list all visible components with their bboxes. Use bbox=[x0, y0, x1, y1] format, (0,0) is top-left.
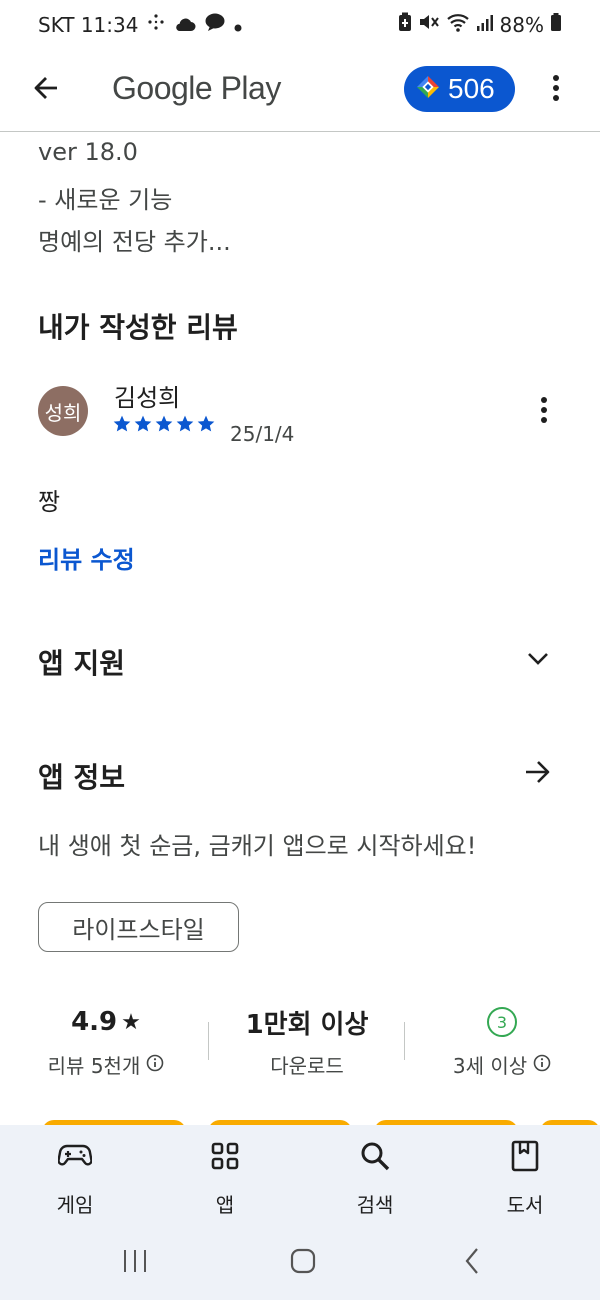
stats-divider bbox=[208, 1022, 209, 1060]
cloud-icon bbox=[174, 13, 196, 37]
chevron-down-icon bbox=[527, 651, 549, 670]
info-icon bbox=[146, 1053, 164, 1077]
home-button[interactable] bbox=[283, 1246, 323, 1280]
nav-label-games: 게임 bbox=[56, 1193, 94, 1217]
system-back-button[interactable] bbox=[452, 1246, 492, 1280]
back-chevron-icon bbox=[464, 1247, 480, 1279]
home-icon bbox=[290, 1248, 316, 1278]
star-icon bbox=[196, 414, 216, 438]
rating-stat[interactable]: 4.9 ★ 리뷰 5천개 bbox=[16, 1004, 196, 1079]
play-points-value: 506 bbox=[448, 73, 495, 104]
app-description: 내 생애 첫 순금, 금캐기 앱으로 시작하세요! bbox=[38, 832, 477, 860]
play-points-button[interactable]: 506 bbox=[404, 66, 515, 112]
battery-icon bbox=[550, 12, 562, 37]
app-info-arrow-button[interactable] bbox=[518, 756, 558, 792]
star-icon bbox=[154, 414, 174, 438]
dot-icon bbox=[234, 13, 242, 37]
carrier-time: SKT 11:34 bbox=[38, 12, 139, 37]
rating-value-row: 4.9 ★ bbox=[16, 1004, 196, 1040]
reviewer-name: 김성희 bbox=[114, 384, 181, 412]
google-play-title: Google Play bbox=[112, 70, 281, 106]
apps-grid-icon bbox=[170, 1137, 280, 1175]
battery-percent: 88% bbox=[499, 12, 544, 37]
rating-value: 4.9 bbox=[71, 1007, 118, 1037]
signal-icon bbox=[476, 13, 494, 37]
app-bar: Google Play 506 bbox=[0, 48, 600, 132]
app-support-expand-button[interactable] bbox=[520, 642, 556, 678]
review-date: 25/1/4 bbox=[230, 422, 295, 446]
mute-icon bbox=[418, 12, 440, 37]
chat-bubble-icon bbox=[204, 12, 226, 37]
recent-apps-icon bbox=[121, 1248, 149, 1278]
whats-new-line-2: - 새로운 기능 bbox=[38, 186, 173, 214]
whats-new-line-3: 명예의 전당 추가... bbox=[38, 228, 231, 256]
gamepad-icon bbox=[20, 1137, 130, 1175]
category-chip[interactable]: 라이프스타일 bbox=[38, 902, 239, 952]
nav-item-apps[interactable]: 앱 bbox=[170, 1137, 280, 1218]
nav-label-search: 검색 bbox=[356, 1193, 394, 1217]
rating-star: ★ bbox=[121, 1009, 141, 1035]
back-button[interactable] bbox=[22, 66, 70, 114]
recent-apps-button[interactable] bbox=[115, 1246, 155, 1280]
info-icon bbox=[533, 1053, 551, 1077]
more-vert-icon bbox=[540, 396, 548, 428]
book-icon bbox=[470, 1137, 580, 1175]
age-rating-label: 3세 이상 bbox=[452, 1054, 528, 1078]
arrow-forward-icon bbox=[524, 759, 552, 789]
search-icon bbox=[320, 1137, 430, 1175]
downloads-value: 1만회 이상 bbox=[245, 1009, 369, 1040]
wifi-icon bbox=[446, 12, 470, 37]
nav-item-books[interactable]: 도서 bbox=[470, 1137, 580, 1218]
nav-label-books: 도서 bbox=[506, 1193, 544, 1217]
app-support-title[interactable]: 앱 지원 bbox=[38, 642, 125, 682]
age-rating-stat[interactable]: 3 3세 이상 bbox=[412, 1004, 592, 1079]
star-icon bbox=[112, 414, 132, 438]
downloads-label: 다운로드 bbox=[270, 1054, 344, 1078]
nav-label-apps: 앱 bbox=[215, 1193, 235, 1217]
sparkle-dots-icon bbox=[146, 12, 166, 37]
star-icon bbox=[175, 414, 195, 438]
status-bar: SKT 11:34 88% bbox=[0, 0, 600, 48]
status-right: 88% bbox=[398, 12, 562, 37]
battery-saver-icon bbox=[398, 12, 412, 37]
whats-new-line-1: ver 18.0 bbox=[38, 138, 138, 166]
more-options-button[interactable] bbox=[538, 68, 574, 112]
more-vert-icon bbox=[552, 74, 560, 106]
play-points-diamond-icon bbox=[416, 75, 440, 103]
my-review-title: 내가 작성한 리뷰 bbox=[38, 311, 238, 344]
edit-review-link[interactable]: 리뷰 수정 bbox=[38, 540, 135, 575]
nav-item-search[interactable]: 검색 bbox=[320, 1137, 430, 1218]
review-options-button[interactable] bbox=[530, 392, 558, 432]
avatar: 성희 bbox=[38, 386, 88, 436]
stats-divider bbox=[404, 1022, 405, 1060]
downloads-stat: 1만회 이상 다운로드 bbox=[217, 1004, 397, 1079]
star-rating bbox=[112, 414, 216, 438]
age-rating-badge: 3 bbox=[487, 1007, 517, 1037]
nav-item-games[interactable]: 게임 bbox=[20, 1137, 130, 1218]
back-arrow-icon bbox=[32, 74, 60, 106]
system-navigation-bar bbox=[0, 1226, 600, 1300]
star-icon bbox=[133, 414, 153, 438]
reviews-count: 리뷰 5천개 bbox=[47, 1054, 141, 1078]
review-text: 짱 bbox=[38, 488, 61, 516]
bottom-navigation: 게임 앱 검색 도서 bbox=[0, 1125, 600, 1226]
app-info-title[interactable]: 앱 정보 bbox=[38, 756, 125, 796]
age-badge-row: 3 bbox=[412, 1004, 592, 1040]
reviews-count-row: 리뷰 5천개 bbox=[16, 1050, 196, 1079]
status-left: SKT 11:34 bbox=[38, 12, 242, 37]
age-label-row: 3세 이상 bbox=[412, 1050, 592, 1079]
